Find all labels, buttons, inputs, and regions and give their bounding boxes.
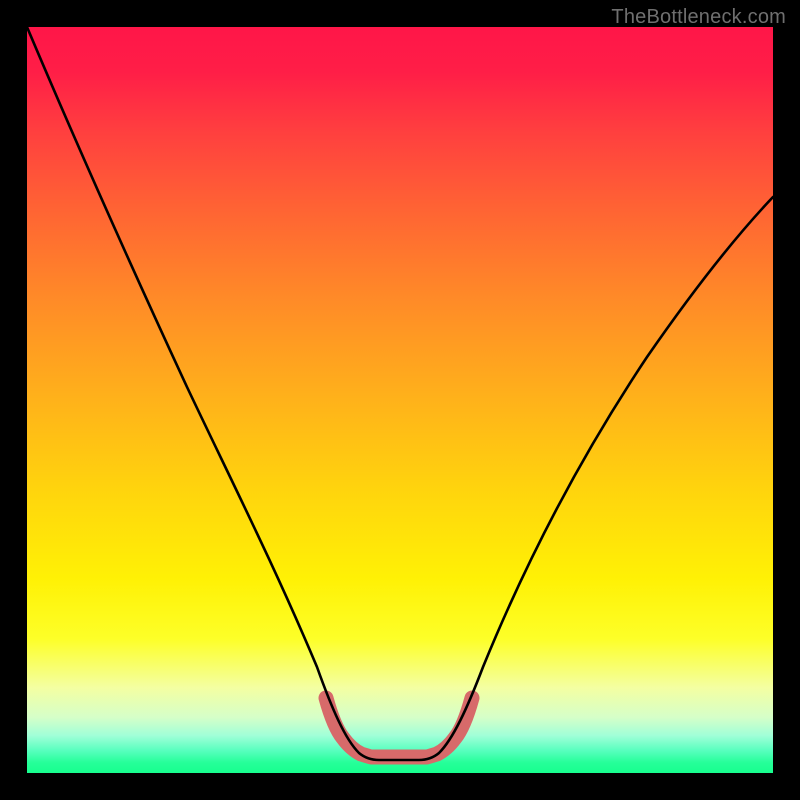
bottleneck-curve-path (27, 27, 773, 760)
watermark-text: TheBottleneck.com (611, 6, 786, 29)
chart-canvas: TheBottleneck.com (0, 0, 800, 800)
plot-area (27, 27, 773, 773)
curve-layer (27, 27, 773, 773)
trough-highlight-path (326, 698, 472, 757)
